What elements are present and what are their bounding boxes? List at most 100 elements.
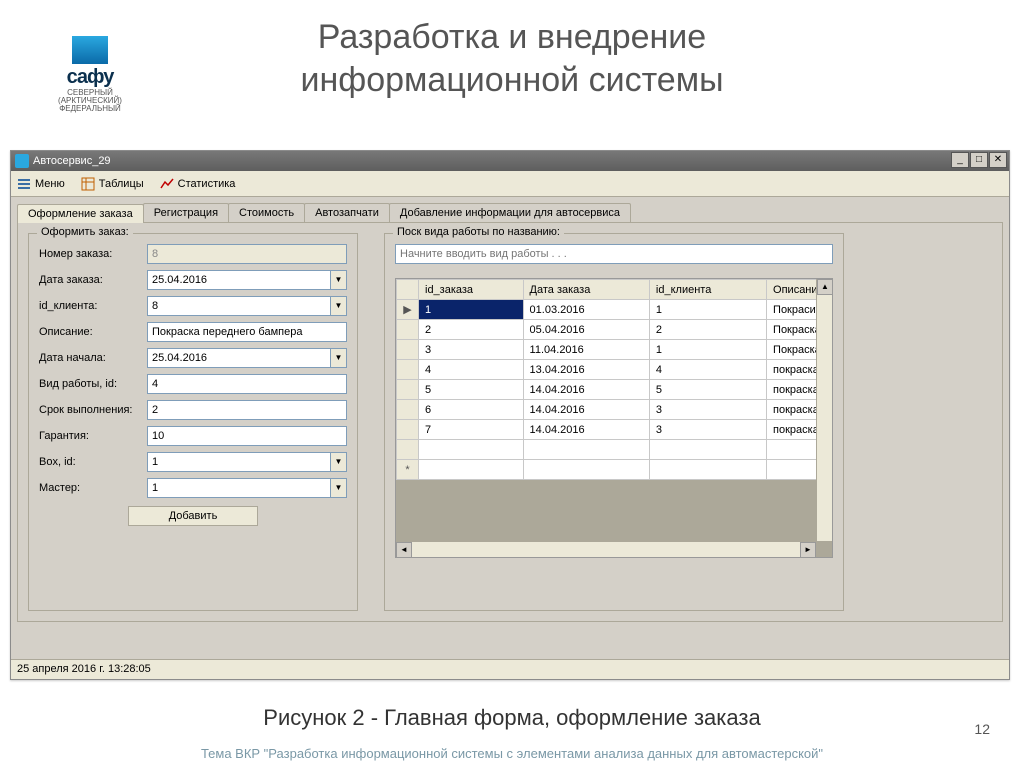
- app-icon: [15, 154, 29, 168]
- cell-client[interactable]: 3: [649, 400, 766, 420]
- minimize-button[interactable]: _: [951, 152, 969, 168]
- grid-header-row: id_заказа Дата заказа id_клиента Описани…: [397, 280, 834, 300]
- logo-sub3: ФЕДЕРАЛЬНЫЙ: [44, 105, 136, 113]
- status-text: 25 апреля 2016 г. 13:28:05: [17, 663, 151, 675]
- table-row[interactable]: 205.04.20162Покраска: [397, 320, 834, 340]
- stats-button[interactable]: Статистика: [160, 177, 236, 191]
- add-button[interactable]: Добавить: [128, 506, 259, 526]
- row-selector[interactable]: [397, 440, 419, 460]
- cell-id[interactable]: 1: [419, 300, 524, 320]
- scroll-left-icon[interactable]: ◄: [396, 542, 412, 558]
- search-input[interactable]: [395, 244, 833, 264]
- titlebar[interactable]: Автосервис_29 _ □ ✕: [11, 151, 1009, 171]
- table-row[interactable]: 714.04.20163покраска: [397, 420, 834, 440]
- cell-date[interactable]: 11.04.2016: [523, 340, 649, 360]
- orders-grid[interactable]: id_заказа Дата заказа id_клиента Описани…: [396, 279, 833, 480]
- row-selector[interactable]: [397, 340, 419, 360]
- label-duration: Срок выполнения:: [39, 404, 147, 416]
- row-selector[interactable]: [397, 320, 419, 340]
- dropdown-icon[interactable]: ▼: [330, 271, 346, 289]
- scroll-up-icon[interactable]: ▲: [817, 279, 833, 295]
- table-row[interactable]: 413.04.20164покраска: [397, 360, 834, 380]
- combo-order-date-value: 25.04.2016: [152, 274, 207, 286]
- dropdown-icon[interactable]: ▼: [330, 453, 346, 471]
- label-warranty: Гарантия:: [39, 430, 147, 442]
- combo-start-date[interactable]: 25.04.2016 ▼: [147, 348, 347, 368]
- row-selector[interactable]: [397, 400, 419, 420]
- dropdown-icon[interactable]: ▼: [330, 297, 346, 315]
- cell-client[interactable]: 1: [649, 300, 766, 320]
- scrollbar-vertical[interactable]: ▲: [816, 279, 832, 541]
- input-descr[interactable]: [147, 322, 347, 342]
- tab-add-info[interactable]: Добавление информации для автосервиса: [389, 203, 631, 222]
- table-row[interactable]: 514.04.20165покраска: [397, 380, 834, 400]
- cell-id[interactable]: 5: [419, 380, 524, 400]
- tab-cost[interactable]: Стоимость: [228, 203, 305, 222]
- scroll-right-icon[interactable]: ►: [800, 542, 816, 558]
- grid-corner: [397, 280, 419, 300]
- col-id[interactable]: id_заказа: [419, 280, 524, 300]
- input-warranty[interactable]: [147, 426, 347, 446]
- tabs: Оформление заказа Регистрация Стоимость …: [11, 197, 1009, 222]
- table-row[interactable]: 614.04.20163покраска: [397, 400, 834, 420]
- statusbar: 25 апреля 2016 г. 13:28:05: [11, 659, 1009, 679]
- table-row-empty[interactable]: [397, 440, 834, 460]
- slide-title: Разработка и внедрение информационной си…: [0, 0, 1024, 101]
- combo-box-id[interactable]: 1 ▼: [147, 452, 347, 472]
- tab-registration[interactable]: Регистрация: [143, 203, 229, 222]
- logo-icon: [72, 36, 108, 64]
- cell-date[interactable]: 14.04.2016: [523, 400, 649, 420]
- cell-client[interactable]: 5: [649, 380, 766, 400]
- label-order-no: Номер заказа:: [39, 248, 147, 260]
- grid-container: id_заказа Дата заказа id_клиента Описани…: [395, 278, 833, 558]
- tables-button[interactable]: Таблицы: [81, 177, 144, 191]
- slide-title-line1: Разработка и внедрение: [318, 18, 706, 56]
- tab-parts[interactable]: Автозапчати: [304, 203, 390, 222]
- row-selector[interactable]: [397, 360, 419, 380]
- cell-date[interactable]: 05.04.2016: [523, 320, 649, 340]
- table-row[interactable]: 311.04.20161Покраска: [397, 340, 834, 360]
- figure-caption: Рисунок 2 - Главная форма, оформление за…: [0, 705, 1024, 731]
- slide-footer: Тема ВКР "Разработка информационной сист…: [0, 746, 1024, 761]
- close-button[interactable]: ✕: [989, 152, 1007, 168]
- input-duration[interactable]: [147, 400, 347, 420]
- cell-date[interactable]: 14.04.2016: [523, 420, 649, 440]
- menu-icon: [17, 177, 31, 191]
- cell-date[interactable]: 01.03.2016: [523, 300, 649, 320]
- menu-label: Меню: [35, 178, 65, 190]
- tab-order[interactable]: Оформление заказа: [17, 204, 144, 223]
- cell-id[interactable]: 6: [419, 400, 524, 420]
- input-work-id[interactable]: [147, 374, 347, 394]
- stats-icon: [160, 177, 174, 191]
- combo-client-id[interactable]: 8 ▼: [147, 296, 347, 316]
- tables-icon: [81, 177, 95, 191]
- cell-client[interactable]: 3: [649, 420, 766, 440]
- col-date[interactable]: Дата заказа: [523, 280, 649, 300]
- cell-id[interactable]: 7: [419, 420, 524, 440]
- cell-id[interactable]: 3: [419, 340, 524, 360]
- combo-order-date[interactable]: 25.04.2016 ▼: [147, 270, 347, 290]
- cell-date[interactable]: 13.04.2016: [523, 360, 649, 380]
- menu-button[interactable]: Меню: [17, 177, 65, 191]
- combo-master[interactable]: 1 ▼: [147, 478, 347, 498]
- table-row[interactable]: ▶101.03.20161Покрасит: [397, 300, 834, 320]
- table-row-empty[interactable]: *: [397, 460, 834, 480]
- cell-client[interactable]: 1: [649, 340, 766, 360]
- maximize-button[interactable]: □: [970, 152, 988, 168]
- slide-title-line2: информационной системы: [300, 61, 723, 99]
- row-selector[interactable]: [397, 380, 419, 400]
- scrollbar-horizontal[interactable]: ◄ ►: [396, 541, 816, 557]
- dropdown-icon[interactable]: ▼: [330, 349, 346, 367]
- cell-date[interactable]: 14.04.2016: [523, 380, 649, 400]
- row-selector[interactable]: ▶: [397, 300, 419, 320]
- row-selector[interactable]: *: [397, 460, 419, 480]
- col-client[interactable]: id_клиента: [649, 280, 766, 300]
- cell-client[interactable]: 2: [649, 320, 766, 340]
- search-group-title: Поск вида работы по названию:: [393, 226, 564, 238]
- dropdown-icon[interactable]: ▼: [330, 479, 346, 497]
- logo-block: сафу СЕВЕРНЫЙ (АРКТИЧЕСКИЙ) ФЕДЕРАЛЬНЫЙ: [44, 36, 136, 113]
- cell-id[interactable]: 2: [419, 320, 524, 340]
- cell-id[interactable]: 4: [419, 360, 524, 380]
- row-selector[interactable]: [397, 420, 419, 440]
- cell-client[interactable]: 4: [649, 360, 766, 380]
